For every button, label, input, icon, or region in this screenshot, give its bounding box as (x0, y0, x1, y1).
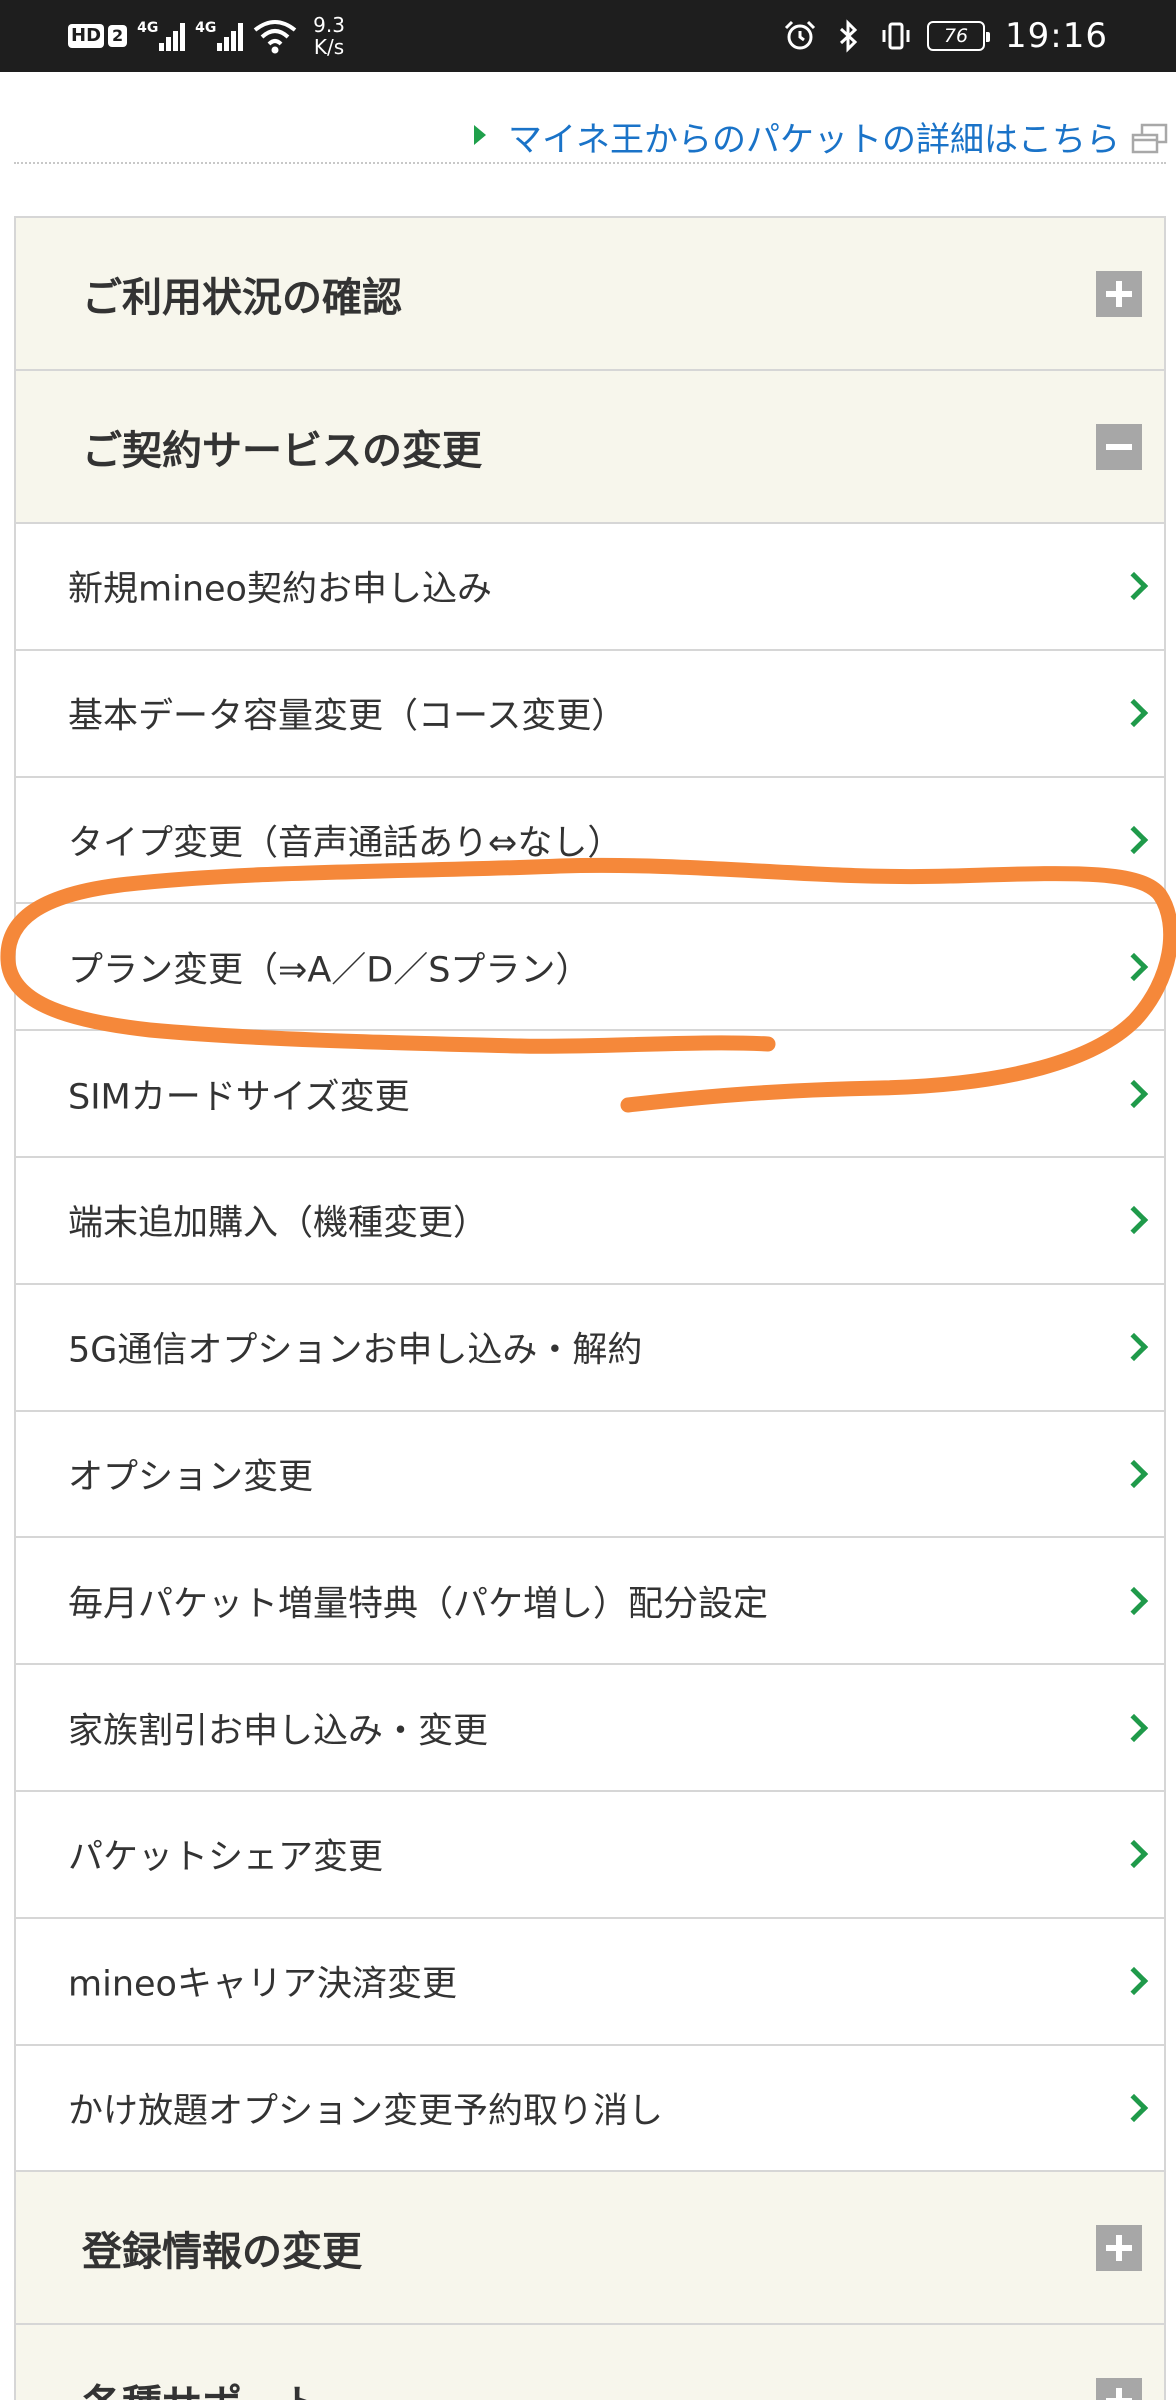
section-title: ご契約サービスの変更 (82, 427, 482, 474)
menu-item-sim-size-change[interactable]: SIMカードサイズ変更 (16, 1031, 1164, 1158)
menu-item-carrier-payment[interactable]: mineoキャリア決済変更 (16, 1918, 1164, 2046)
menu-item-packet-bonus-setting[interactable]: 毎月パケット増量特典（パケ増し）配分設定 (16, 1538, 1164, 1666)
menu-item-family-discount[interactable]: 家族割引お申し込み・変更 (16, 1665, 1164, 1792)
menu-item-label: SIMカードサイズ変更 (68, 1077, 410, 1118)
menu-item-data-capacity-change[interactable]: 基本データ容量変更（コース変更） (16, 650, 1164, 778)
menu-item-label: 5G通信オプションお申し込み・解約 (68, 1330, 643, 1371)
bluetooth-icon (839, 19, 858, 53)
packet-detail-link-row: マイネ王からのパケットの詳細はこちら (14, 108, 1168, 164)
chevron-right-icon (1119, 1206, 1149, 1235)
expand-plus-icon[interactable] (1096, 2377, 1142, 2400)
speed-unit: K/s (313, 35, 345, 59)
menu-item-new-contract[interactable]: 新規mineo契約お申し込み (16, 524, 1164, 651)
status-bar: HD 2 4G 4G 9.3 K/s 76 19:16 (0, 0, 1176, 72)
menu-item-label: パケットシェア変更 (68, 1837, 384, 1878)
menu-item-label: プラン変更（⇒A／D／Sプラン） (68, 950, 591, 991)
battery-level: 76 (943, 25, 969, 47)
chevron-right-icon (1119, 1967, 1149, 1996)
chevron-right-icon (1119, 1840, 1149, 1869)
network-type-2: 4G (195, 20, 217, 36)
chevron-right-icon (1119, 572, 1149, 601)
section-usage-status[interactable]: ご利用状況の確認 (16, 218, 1164, 371)
speed-value: 9.3 (313, 13, 345, 37)
external-window-icon[interactable] (1130, 122, 1170, 156)
section-registration-change[interactable]: 登録情報の変更 (16, 2172, 1164, 2326)
menu-item-5g-option[interactable]: 5G通信オプションお申し込み・解約 (16, 1284, 1164, 1412)
section-title: ご利用状況の確認 (82, 274, 402, 321)
signal-2-icon: 4G (195, 20, 244, 51)
battery-icon: 76 (927, 21, 991, 51)
section-contract-change[interactable]: ご契約サービスの変更 (16, 371, 1164, 524)
signal-1-icon: 4G (137, 20, 186, 51)
collapse-minus-icon[interactable] (1096, 423, 1142, 470)
menu-item-option-change[interactable]: オプション変更 (16, 1411, 1164, 1539)
menu-item-type-change[interactable]: タイプ変更（音声通話あり⇔なし） (16, 777, 1164, 905)
chevron-right-icon (1119, 1459, 1149, 1489)
menu-item-label: 毎月パケット増量特典（パケ増し）配分設定 (68, 1584, 769, 1625)
section-title: 登録情報の変更 (82, 2228, 362, 2275)
network-type-1: 4G (137, 20, 159, 36)
hd-indicator: HD 2 (68, 24, 128, 48)
hd-badge: HD (68, 24, 105, 48)
menu-item-label: オプション変更 (68, 1457, 314, 1498)
menu-item-label: かけ放題オプション変更予約取り消し (68, 2091, 664, 2132)
network-speed: 9.3 K/s (313, 14, 345, 58)
expand-plus-icon[interactable] (1096, 270, 1142, 317)
chevron-right-icon (1119, 1586, 1149, 1615)
link-arrow-icon (474, 125, 486, 145)
chevron-right-icon (1119, 825, 1149, 855)
alarm-icon (784, 20, 816, 50)
menu-item-label: mineoキャリア決済変更 (68, 1964, 457, 2005)
menu-item-label: 新規mineo契約お申し込み (68, 569, 492, 610)
chevron-right-icon (1119, 1333, 1149, 1362)
wifi-icon (253, 20, 297, 54)
menu-item-device-purchase[interactable]: 端末追加購入（機種変更） (16, 1157, 1164, 1285)
menu-item-label: 端末追加購入（機種変更） (68, 1203, 489, 1244)
my-page-menu: ご利用状況の確認 ご契約サービスの変更 新規mineo契約お申し込み 基本データ… (14, 216, 1166, 2400)
menu-item-label: タイプ変更（音声通話あり⇔なし） (68, 823, 623, 864)
status-right: 76 19:16 (783, 10, 1108, 62)
menu-item-label: 基本データ容量変更（コース変更） (68, 696, 627, 737)
sim-badge: 2 (108, 25, 128, 47)
packet-detail-link[interactable]: マイネ王からのパケットの詳細はこちら (508, 112, 1120, 161)
menu-item-packet-share[interactable]: パケットシェア変更 (16, 1791, 1164, 1919)
section-title: 各種サポート (82, 2372, 322, 2400)
expand-plus-icon[interactable] (1096, 2224, 1142, 2271)
chevron-right-icon (1119, 699, 1149, 728)
section-support[interactable]: 各種サポート (16, 2325, 1164, 2400)
chevron-right-icon (1119, 952, 1149, 981)
chevron-right-icon (1119, 2093, 1149, 2123)
clock: 19:16 (1005, 16, 1108, 56)
chevron-right-icon (1119, 1713, 1149, 1742)
menu-item-plan-change[interactable]: プラン変更（⇒A／D／Sプラン） (16, 904, 1164, 1032)
menu-item-call-option-cancel[interactable]: かけ放題オプション変更予約取り消し (16, 2045, 1164, 2173)
status-left: HD 2 4G 4G 9.3 K/s (68, 12, 345, 60)
chevron-right-icon (1119, 1079, 1149, 1108)
vibrate-icon (882, 22, 910, 50)
menu-item-label: 家族割引お申し込み・変更 (68, 1711, 489, 1752)
